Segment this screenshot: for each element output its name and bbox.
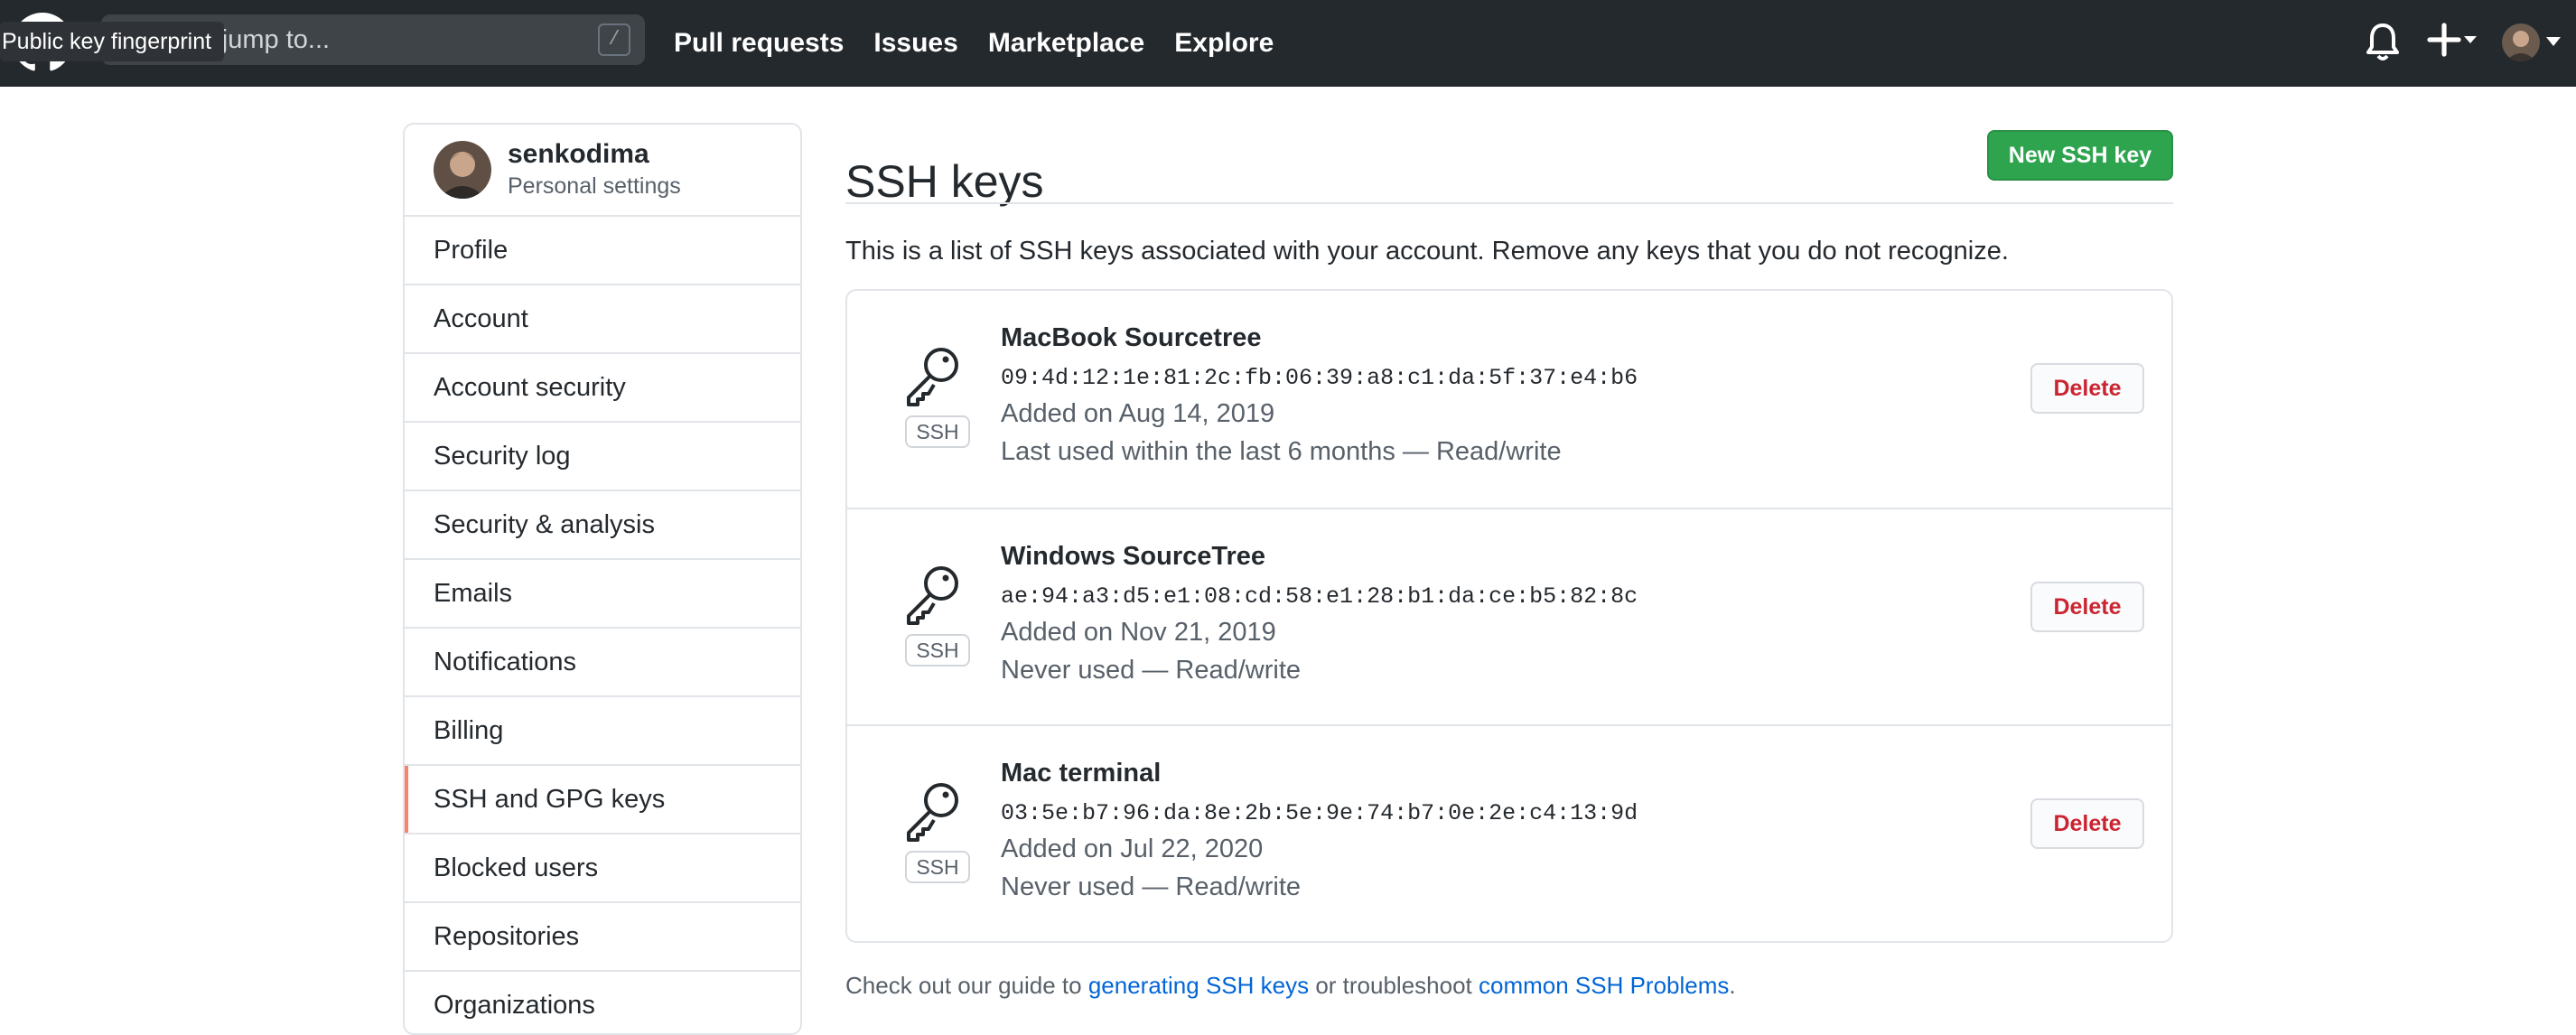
top-header: / Public key fingerprint Pull requests I… (0, 0, 2576, 87)
sidebar-item-repositories[interactable]: Repositories (405, 903, 800, 972)
fingerprint-tooltip: Public key fingerprint (0, 22, 225, 61)
title-divider (845, 202, 2173, 204)
list-item: SSH Mac terminal 03:5e:b7:96:da:8e:2b:5e… (847, 724, 2171, 941)
sidebar-item-account-security[interactable]: Account security (405, 354, 800, 423)
page-title: SSH keys (845, 155, 1044, 207)
top-nav: Pull requests Issues Marketplace Explore (674, 0, 1274, 87)
generating-ssh-keys-link[interactable]: generating SSH keys (1088, 972, 1309, 999)
key-icon (907, 348, 958, 406)
key-title: Mac terminal (1001, 759, 1162, 788)
delete-button[interactable]: Delete (2030, 798, 2144, 849)
key-title: MacBook Sourcetree (1001, 323, 1262, 352)
ssh-badge: SSH (905, 415, 970, 448)
intro-text: This is a list of SSH keys associated wi… (845, 237, 2009, 266)
key-fingerprint: ae:94:a3:d5:e1:08:cd:58:e1:28:b1:da:ce:b… (1001, 583, 1638, 610)
sidebar-item-account[interactable]: Account (405, 285, 800, 354)
ssh-badge: SSH (905, 634, 970, 667)
sidebar-user-header: senkodima Personal settings (405, 125, 800, 217)
common-ssh-problems-link[interactable]: common SSH Problems (1479, 972, 1729, 999)
key-fingerprint: 09:4d:12:1e:81:2c:fb:06:39:a8:c1:da:5f:3… (1001, 365, 1638, 391)
list-item: SSH MacBook Sourcetree 09:4d:12:1e:81:2c… (847, 291, 2171, 508)
footer-prefix: Check out our guide to (845, 972, 1088, 999)
nav-marketplace[interactable]: Marketplace (988, 28, 1144, 59)
footer-middle: or troubleshoot (1309, 972, 1479, 999)
footer-suffix: . (1729, 972, 1736, 999)
delete-button[interactable]: Delete (2030, 363, 2144, 414)
avatar[interactable] (2502, 23, 2540, 61)
slash-shortcut-hint: / (598, 23, 630, 56)
avatar[interactable] (434, 141, 491, 199)
ssh-badge: SSH (905, 851, 970, 883)
key-usage: Never used — Read/write (1001, 656, 1302, 685)
key-usage: Never used — Read/write (1001, 872, 1302, 901)
bell-icon[interactable] (2365, 22, 2401, 61)
nav-pull-requests[interactable]: Pull requests (674, 28, 844, 59)
sidebar-item-billing[interactable]: Billing (405, 697, 800, 766)
key-icon (907, 783, 958, 842)
sidebar-item-emails[interactable]: Emails (405, 560, 800, 629)
delete-button[interactable]: Delete (2030, 582, 2144, 632)
sidebar-item-profile[interactable]: Profile (405, 217, 800, 285)
sidebar-item-notifications[interactable]: Notifications (405, 629, 800, 697)
list-item: SSH Windows SourceTree ae:94:a3:d5:e1:08… (847, 508, 2171, 726)
key-usage: Last used within the last 6 months — Rea… (1001, 437, 1562, 466)
nav-issues[interactable]: Issues (873, 28, 957, 59)
nav-explore[interactable]: Explore (1174, 28, 1274, 59)
key-fingerprint: 03:5e:b7:96:da:8e:2b:5e:9e:74:b7:0e:2e:c… (1001, 800, 1638, 826)
sidebar-item-ssh-gpg-keys[interactable]: SSH and GPG keys (405, 766, 800, 835)
sidebar-item-blocked-users[interactable]: Blocked users (405, 835, 800, 903)
plus-icon[interactable] (2424, 20, 2478, 60)
key-added-date: Added on Nov 21, 2019 (1001, 618, 1276, 647)
new-ssh-key-button[interactable]: New SSH key (1987, 130, 2173, 181)
key-added-date: Added on Jul 22, 2020 (1001, 835, 1264, 863)
key-title: Windows SourceTree (1001, 542, 1266, 571)
sidebar-item-security-log[interactable]: Security log (405, 423, 800, 491)
settings-sidebar: senkodima Personal settings Profile Acco… (403, 123, 802, 1035)
sidebar-username[interactable]: senkodima (508, 139, 649, 170)
sidebar-item-security-analysis[interactable]: Security & analysis (405, 491, 800, 560)
key-icon (907, 566, 958, 625)
key-added-date: Added on Aug 14, 2019 (1001, 399, 1275, 428)
ssh-key-list: SSH MacBook Sourcetree 09:4d:12:1e:81:2c… (845, 289, 2173, 943)
chevron-down-icon[interactable] (2545, 36, 2562, 47)
sidebar-subtitle: Personal settings (508, 173, 681, 199)
footer-note: Check out our guide to generating SSH ke… (845, 972, 1736, 1000)
